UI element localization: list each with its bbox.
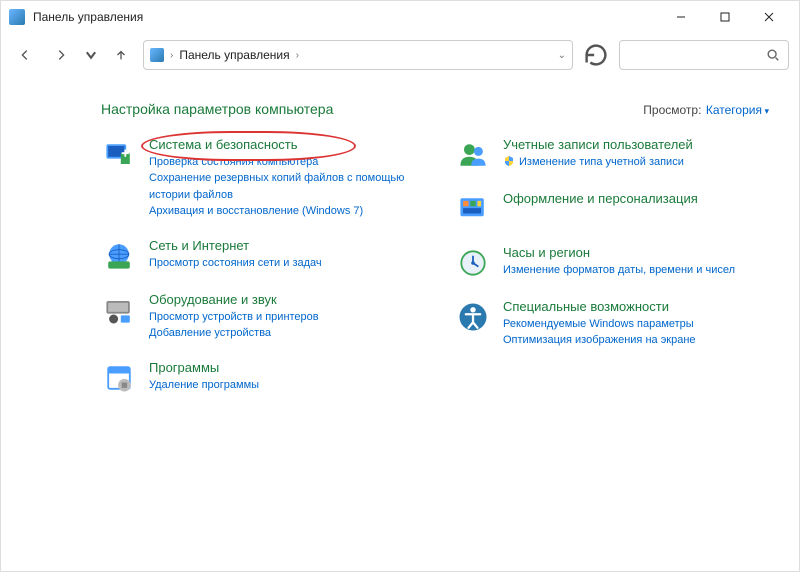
clock-icon bbox=[455, 245, 491, 281]
category-link[interactable]: Рекомендуемые Windows параметры bbox=[503, 316, 769, 333]
up-button[interactable] bbox=[107, 41, 135, 69]
back-button[interactable] bbox=[11, 41, 39, 69]
category-title[interactable]: Оборудование и звук bbox=[149, 292, 415, 309]
category-hardware: Оборудование и звукПросмотр устройств и … bbox=[101, 292, 415, 342]
chevron-right-icon: › bbox=[296, 50, 299, 61]
minimize-button[interactable] bbox=[659, 3, 703, 31]
network-icon bbox=[101, 238, 137, 274]
address-bar[interactable]: › Панель управления › ⌄ bbox=[143, 40, 573, 70]
access-icon bbox=[455, 299, 491, 335]
maximize-button[interactable] bbox=[703, 3, 747, 31]
view-label: Просмотр: bbox=[643, 103, 701, 117]
category-title[interactable]: Программы bbox=[149, 360, 415, 377]
category-clock: Часы и регионИзменение форматов даты, вр… bbox=[455, 245, 769, 281]
category-network: Сеть и ИнтернетПросмотр состояния сети и… bbox=[101, 238, 415, 274]
category-programs: ПрограммыУдаление программы bbox=[101, 360, 415, 396]
category-link[interactable]: Добавление устройства bbox=[149, 325, 415, 342]
users-icon bbox=[455, 137, 491, 173]
recent-button[interactable] bbox=[83, 41, 99, 69]
chevron-right-icon: › bbox=[170, 50, 173, 61]
forward-button[interactable] bbox=[47, 41, 75, 69]
category-title[interactable]: Сеть и Интернет bbox=[149, 238, 415, 255]
chevron-down-icon[interactable]: ⌄ bbox=[558, 50, 566, 61]
category-system: Система и безопасностьПроверка состояния… bbox=[101, 137, 415, 220]
category-title[interactable]: Оформление и персонализация bbox=[503, 191, 769, 208]
system-icon bbox=[101, 137, 137, 173]
hardware-icon bbox=[101, 292, 137, 328]
category-link[interactable]: Архивация и восстановление (Windows 7) bbox=[149, 203, 415, 220]
refresh-button[interactable] bbox=[581, 40, 611, 70]
category-link[interactable]: Изменение типа учетной записи bbox=[503, 154, 769, 171]
category-users: Учетные записи пользователейИзменение ти… bbox=[455, 137, 769, 173]
category-link[interactable]: Оптимизация изображения на экране bbox=[503, 332, 769, 349]
category-title[interactable]: Система и безопасность bbox=[149, 137, 415, 154]
category-title[interactable]: Часы и регион bbox=[503, 245, 769, 262]
search-icon bbox=[766, 48, 780, 62]
search-input[interactable] bbox=[619, 40, 789, 70]
close-button[interactable] bbox=[747, 3, 791, 31]
category-link[interactable]: Просмотр устройств и принтеров bbox=[149, 309, 415, 326]
titlebar: Панель управления bbox=[1, 1, 799, 33]
category-link[interactable]: Изменение форматов даты, времени и чисел bbox=[503, 262, 769, 279]
breadcrumb-root[interactable]: Панель управления bbox=[179, 48, 289, 62]
category-title[interactable]: Учетные записи пользователей bbox=[503, 137, 769, 154]
content-area: Настройка параметров компьютера Просмотр… bbox=[1, 77, 799, 571]
page-title: Настройка параметров компьютера bbox=[101, 101, 333, 117]
category-link[interactable]: Удаление программы bbox=[149, 377, 415, 394]
window-title: Панель управления bbox=[33, 10, 659, 24]
category-title[interactable]: Специальные возможности bbox=[503, 299, 769, 316]
category-link[interactable]: Просмотр состояния сети и задач bbox=[149, 255, 415, 272]
toolbar: › Панель управления › ⌄ bbox=[1, 33, 799, 77]
category-link[interactable]: Проверка состояния компьютера bbox=[149, 154, 415, 171]
view-dropdown[interactable]: Категория bbox=[706, 103, 769, 117]
category-link[interactable]: Сохранение резервных копий файлов с помо… bbox=[149, 170, 415, 203]
category-access: Специальные возможностиРекомендуемые Win… bbox=[455, 299, 769, 349]
programs-icon bbox=[101, 360, 137, 396]
app-icon bbox=[9, 9, 25, 25]
category-appearance: Оформление и персонализация bbox=[455, 191, 769, 227]
appearance-icon bbox=[455, 191, 491, 227]
breadcrumb-icon bbox=[150, 48, 164, 62]
